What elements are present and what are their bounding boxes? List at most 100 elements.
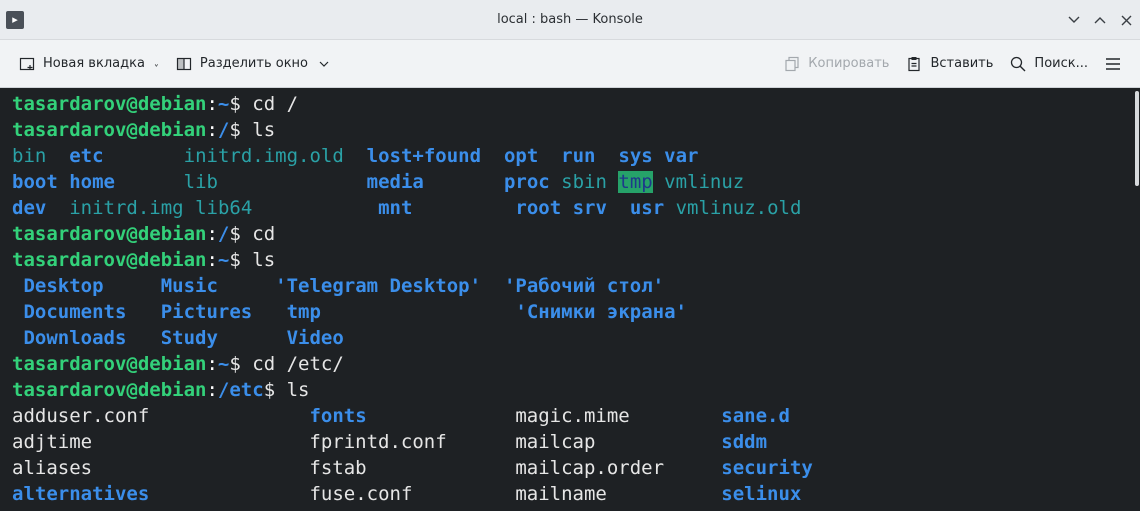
title-bar[interactable]: ▸ local : bash — Konsole: [0, 0, 1140, 40]
terminal-text: vmlinuz.old: [675, 197, 802, 219]
prompt-path: /etc: [217, 379, 264, 401]
terminal-text: mnt: [378, 197, 413, 219]
terminal-text: :: [206, 249, 218, 271]
minimize-button[interactable]: [1066, 12, 1082, 28]
maximize-button[interactable]: [1092, 12, 1108, 28]
terminal-text: adjtime: [12, 431, 93, 453]
terminal-text: initrd.img: [69, 197, 184, 219]
copy-button[interactable]: Копировать: [775, 48, 897, 80]
new-tab-button[interactable]: Новая вкладка ˅: [10, 48, 167, 80]
chevron-up-icon: [1094, 17, 1106, 24]
terminal-line: Downloads Study Video: [12, 325, 813, 351]
prompt-path: ~: [217, 249, 230, 271]
terminal-text: Downloads: [23, 327, 127, 349]
terminal-text: srv: [572, 197, 607, 219]
terminal-text: :: [206, 379, 218, 401]
terminal-text: mailcap.order: [515, 457, 665, 479]
terminal-text: sddm: [721, 431, 768, 453]
terminal-text: 'Telegram Desktop': [275, 275, 482, 297]
search-icon: [1009, 55, 1027, 73]
terminal-text: Study: [160, 327, 218, 349]
terminal-text: :: [206, 223, 218, 245]
terminal-text: tmp: [286, 301, 321, 323]
terminal-text: sane.d: [721, 405, 790, 427]
terminal-text: dev: [12, 197, 47, 219]
terminal-text: fstab: [309, 457, 367, 479]
terminal-line: tasardarov@debian:~$ cd /etc/: [12, 351, 813, 377]
terminal-line: tasardarov@debian:~$ cd /: [12, 91, 813, 117]
terminal-text: aliases: [12, 457, 93, 479]
prompt-path: ~: [217, 353, 230, 375]
chevron-down-icon: [1068, 16, 1080, 23]
terminal-text: Pictures: [160, 301, 253, 323]
prompt-user: tasardarov@debian: [12, 93, 207, 115]
terminal-text: opt: [503, 145, 539, 167]
paste-button[interactable]: Вставить: [897, 48, 1001, 80]
split-view-button[interactable]: Разделить окно: [167, 48, 341, 80]
terminal-scrollbar[interactable]: [1135, 91, 1139, 186]
prompt-path: ~: [217, 93, 230, 115]
chevron-down-icon[interactable]: [315, 55, 333, 73]
close-button[interactable]: [1118, 12, 1134, 28]
terminal-text: mailcap: [515, 431, 596, 453]
new-tab-dropdown-icon[interactable]: ˅: [154, 64, 159, 75]
split-view-label: Разделить окно: [199, 56, 308, 71]
prompt-user: tasardarov@debian: [12, 249, 207, 271]
paste-icon: [905, 55, 923, 73]
terminal-text: 'Снимки экрана': [515, 301, 687, 323]
terminal-text: run: [561, 145, 596, 167]
terminal-text: $ ls: [229, 119, 276, 141]
terminal-text: :: [206, 93, 218, 115]
paste-label: Вставить: [930, 56, 994, 71]
terminal-line: tasardarov@debian:/etc$ ls: [12, 377, 813, 403]
terminal-line: Documents Pictures tmp 'Снимки экрана': [12, 299, 813, 325]
find-button[interactable]: Поиск...: [1001, 48, 1096, 80]
terminal-area[interactable]: tasardarov@debian:~$ cd / tasardarov@debi…: [0, 88, 1140, 511]
copy-icon: [783, 55, 801, 73]
prompt-user: tasardarov@debian: [12, 353, 207, 375]
toolbar: Новая вкладка ˅ Разделить окно Копироват…: [0, 40, 1140, 88]
terminal-text: :: [206, 353, 218, 375]
terminal-line: dev initrd.img lib64 mnt root srv usr vm…: [12, 195, 813, 221]
hamburger-menu-button[interactable]: [1096, 48, 1130, 80]
window-controls: [1066, 0, 1134, 40]
terminal-line: adjtime fprintd.conf mailcap sddm: [12, 429, 813, 455]
terminal-text: initrd.img.old: [183, 145, 344, 167]
terminal-text: alternatives: [12, 483, 150, 505]
terminal-text: bin: [12, 145, 47, 167]
terminal-text: Desktop: [23, 275, 104, 297]
terminal-text: fonts: [309, 405, 367, 427]
terminal-text: sys: [618, 145, 653, 167]
terminal-text: $ ls: [263, 379, 310, 401]
find-label: Поиск...: [1034, 56, 1088, 71]
terminal-text: security: [721, 457, 813, 479]
